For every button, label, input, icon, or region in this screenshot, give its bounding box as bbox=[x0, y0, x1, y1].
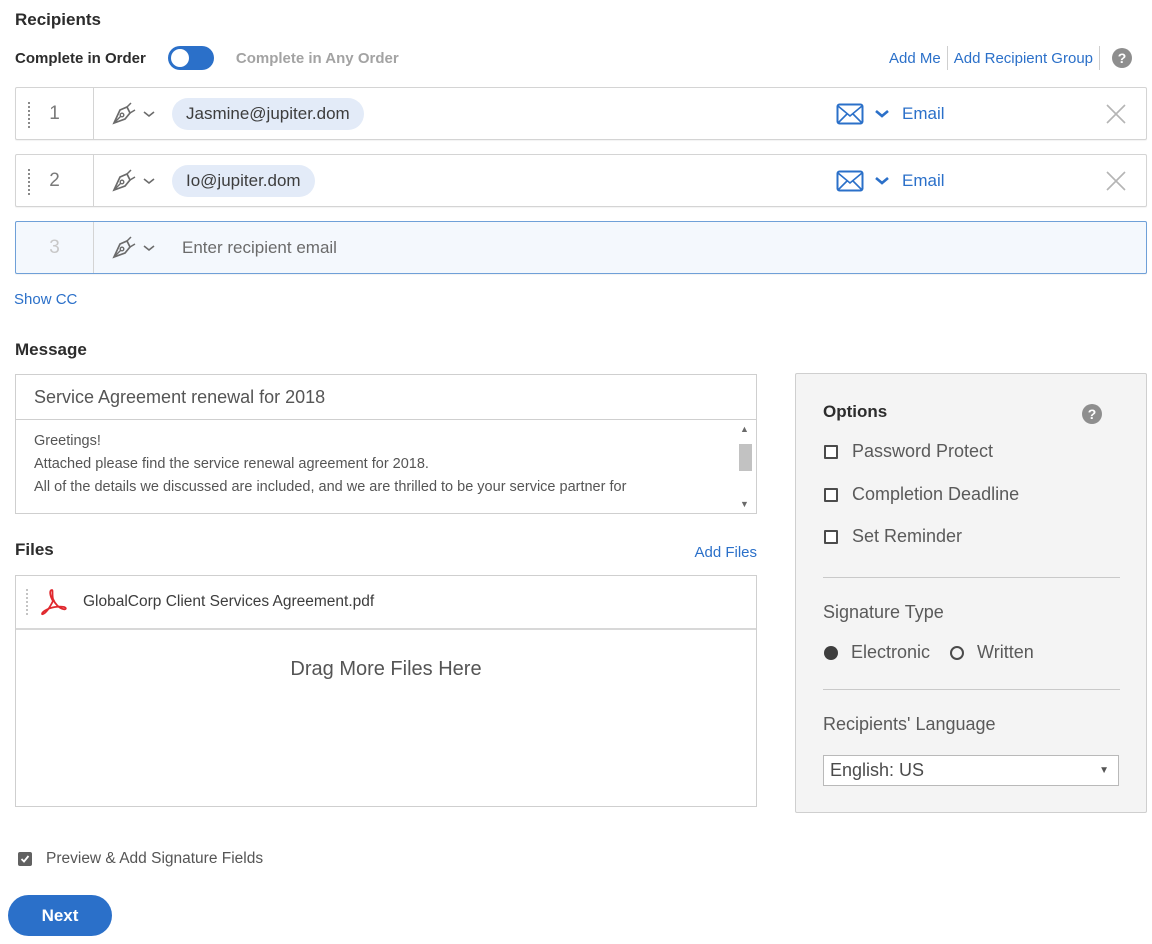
message-line: Attached please find the service renewal… bbox=[34, 456, 429, 472]
message-subject-field bbox=[15, 374, 757, 420]
toggle-knob bbox=[170, 49, 189, 67]
recipient-email-chip[interactable]: Io@jupiter.dom bbox=[172, 164, 315, 197]
recipient-actions: Add Me Add Recipient Group ? bbox=[889, 45, 1132, 71]
language-select-value: English: US bbox=[830, 760, 925, 780]
checkbox-unchecked-icon bbox=[824, 487, 838, 502]
scrollbar-thumb[interactable] bbox=[739, 444, 752, 471]
help-icon[interactable]: ? bbox=[1082, 404, 1102, 424]
options-heading: Options bbox=[823, 402, 888, 421]
set-reminder-checkbox[interactable]: Set Reminder bbox=[824, 526, 962, 547]
files-heading: Files bbox=[15, 540, 54, 559]
delivery-method-label: Email bbox=[902, 103, 945, 123]
recipient-order-cell: 2 bbox=[16, 155, 94, 206]
completion-deadline-checkbox[interactable]: Completion Deadline bbox=[824, 484, 1019, 505]
recipient-role-dropdown[interactable] bbox=[110, 235, 172, 261]
checkbox-label: Completion Deadline bbox=[852, 484, 1020, 504]
message-heading: Message bbox=[15, 340, 87, 359]
complete-in-any-order-label[interactable]: Complete in Any Order bbox=[236, 50, 399, 67]
recipient-role-dropdown[interactable] bbox=[110, 168, 172, 194]
chevron-down-icon bbox=[143, 244, 155, 251]
add-me-link[interactable]: Add Me bbox=[889, 50, 941, 67]
delivery-method-label: Email bbox=[902, 170, 945, 190]
checkbox-label: Set Reminder bbox=[852, 526, 963, 546]
language-select[interactable]: English: US ▼ bbox=[823, 755, 1119, 786]
signature-type-label: Signature Type bbox=[823, 602, 944, 622]
drop-zone-label: Drag More Files Here bbox=[290, 658, 482, 680]
message-body-textarea[interactable]: Greetings! Attached please find the serv… bbox=[15, 419, 757, 514]
show-cc-link[interactable]: Show CC bbox=[14, 291, 77, 308]
signing-order-control: Complete in Order Complete in Any Order bbox=[15, 45, 399, 71]
scroll-up-arrow-icon[interactable]: ▲ bbox=[740, 424, 749, 434]
message-line: All of the details we discussed are incl… bbox=[34, 479, 627, 495]
drag-handle[interactable] bbox=[28, 169, 30, 195]
help-icon[interactable]: ? bbox=[1112, 48, 1132, 68]
remove-recipient-icon[interactable] bbox=[1104, 102, 1128, 126]
remove-recipient-icon[interactable] bbox=[1104, 169, 1128, 193]
add-recipient-group-link[interactable]: Add Recipient Group bbox=[954, 50, 1093, 67]
recipient-order-cell: 3 bbox=[16, 222, 94, 273]
preview-add-signature-fields-checkbox[interactable]: Preview & Add Signature Fields bbox=[18, 850, 263, 868]
checkbox-unchecked-icon bbox=[824, 444, 838, 459]
chevron-down-icon bbox=[875, 109, 889, 118]
envelope-icon bbox=[836, 103, 864, 124]
message-subject-input[interactable] bbox=[34, 386, 734, 408]
recipient-row-new: 3 bbox=[15, 221, 1147, 274]
message-scrollbar[interactable]: ▲ ▼ bbox=[736, 422, 754, 511]
password-protect-checkbox[interactable]: Password Protect bbox=[824, 441, 993, 462]
recipients-language-label: Recipients' Language bbox=[823, 714, 996, 734]
radio-label[interactable]: Written bbox=[977, 642, 1034, 663]
drag-handle[interactable] bbox=[26, 589, 28, 615]
message-body-text: Greetings! Attached please find the serv… bbox=[16, 420, 756, 499]
complete-in-order-label[interactable]: Complete in Order bbox=[15, 50, 146, 67]
chevron-down-icon bbox=[143, 177, 155, 184]
recipients-heading: Recipients bbox=[15, 10, 101, 29]
pen-nib-icon bbox=[112, 168, 136, 191]
pen-nib-icon bbox=[112, 101, 136, 124]
divider bbox=[1099, 46, 1100, 70]
radio-written[interactable] bbox=[950, 645, 965, 660]
divider bbox=[823, 689, 1120, 690]
signing-order-toggle[interactable] bbox=[167, 46, 214, 70]
checkbox-unchecked-icon bbox=[824, 529, 838, 544]
options-panel: Options ? Password Protect Completion De… bbox=[795, 373, 1147, 813]
delivery-method-dropdown[interactable]: Email bbox=[836, 103, 945, 125]
recipient-email-chip[interactable]: Jasmine@jupiter.dom bbox=[172, 97, 364, 130]
drag-handle[interactable] bbox=[28, 102, 30, 128]
add-files-link[interactable]: Add Files bbox=[694, 544, 757, 561]
file-name: GlobalCorp Client Services Agreement.pdf bbox=[83, 593, 375, 610]
recipient-email-input[interactable] bbox=[182, 237, 682, 258]
recipient-row: 2 Io@jupiter.dom Email bbox=[15, 154, 1147, 207]
delivery-method-dropdown[interactable]: Email bbox=[836, 170, 945, 192]
chevron-down-icon bbox=[875, 176, 889, 185]
next-button[interactable]: Next bbox=[8, 895, 112, 936]
file-drop-zone[interactable]: Drag More Files Here bbox=[16, 632, 756, 806]
chevron-down-icon bbox=[143, 110, 155, 117]
checkbox-label: Password Protect bbox=[852, 441, 994, 461]
pdf-icon bbox=[41, 589, 67, 616]
message-line: Greetings! bbox=[34, 433, 101, 449]
recipient-number: 2 bbox=[49, 169, 60, 191]
recipient-order-cell: 1 bbox=[16, 88, 94, 139]
dropdown-arrow-icon: ▼ bbox=[1099, 765, 1109, 776]
recipient-number: 1 bbox=[49, 102, 60, 124]
checkbox-label: Preview & Add Signature Fields bbox=[46, 850, 264, 867]
divider bbox=[946, 46, 948, 70]
recipient-number: 3 bbox=[49, 236, 60, 258]
pen-nib-icon bbox=[112, 235, 136, 258]
file-item[interactable]: GlobalCorp Client Services Agreement.pdf bbox=[16, 576, 756, 630]
recipient-role-dropdown[interactable] bbox=[110, 101, 172, 127]
envelope-icon bbox=[836, 170, 864, 191]
signature-type-radio-group: Electronic Written bbox=[824, 642, 1034, 663]
radio-label[interactable]: Electronic bbox=[851, 642, 930, 663]
recipient-row: 1 Jasmine@jupiter.dom Email bbox=[15, 87, 1147, 140]
radio-electronic[interactable] bbox=[824, 645, 838, 660]
divider bbox=[823, 577, 1120, 578]
checkbox-checked-icon bbox=[18, 852, 32, 866]
scroll-down-arrow-icon[interactable]: ▼ bbox=[740, 499, 749, 509]
files-list: GlobalCorp Client Services Agreement.pdf… bbox=[15, 575, 757, 807]
